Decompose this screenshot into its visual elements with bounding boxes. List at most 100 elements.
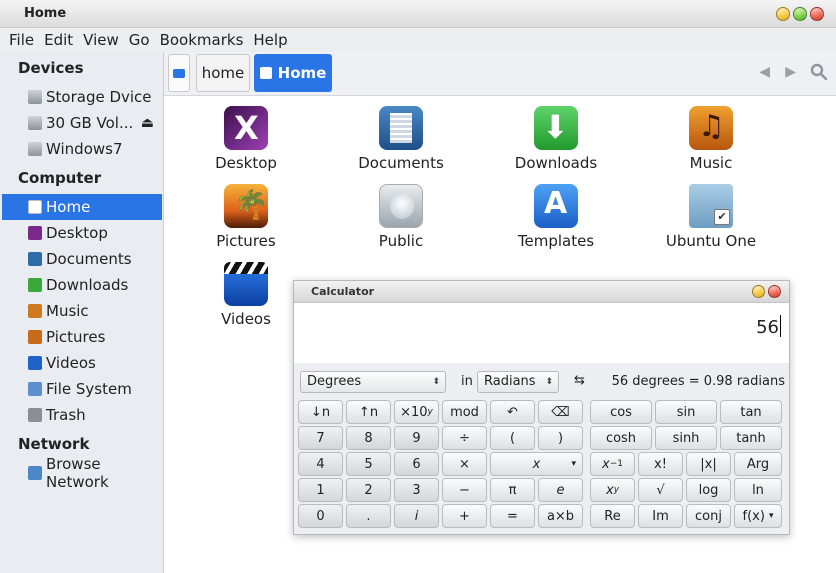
folder-templates[interactable]: A Templates [481,184,631,250]
public-icon [379,184,423,228]
key-conj[interactable]: conj [686,504,731,528]
key-close-paren[interactable]: ) [538,426,583,450]
menu-bookmarks[interactable]: Bookmarks [155,31,249,49]
close-button[interactable] [810,7,824,21]
menu-help[interactable]: Help [248,31,292,49]
folder-pictures[interactable]: 🌴 Pictures [171,184,321,250]
key-0[interactable]: 0 [298,504,343,528]
key-e[interactable]: e [538,478,583,502]
key-sinh[interactable]: sinh [655,426,717,450]
key-sqrt[interactable]: √ [638,478,683,502]
key-log[interactable]: log [686,478,731,502]
key-imaginary[interactable]: i [394,504,439,528]
to-unit-select[interactable]: Radians ⬍ [477,371,559,393]
key-9[interactable]: 9 [394,426,439,450]
key-open-paren[interactable]: ( [490,426,535,450]
close-button[interactable] [768,285,781,298]
key-variable-x[interactable]: x ▾ [490,452,583,476]
pictures-icon: 🌴 [224,184,269,228]
sidebar-item-30gb-volume[interactable]: 30 GB Vol... ⏏ [2,110,162,136]
breadcrumb-root[interactable] [168,54,190,92]
key-factorize[interactable]: a×b [538,504,583,528]
key-abs[interactable]: |x| [686,452,731,476]
videos-icon [224,262,268,306]
maximize-button[interactable] [793,7,807,21]
undo-icon[interactable]: ↶ [490,400,535,424]
key-subtract[interactable]: − [442,478,487,502]
sidebar-item-file-system[interactable]: File System [2,376,162,402]
sidebar-item-home[interactable]: Home [2,194,162,220]
key-function[interactable]: f(x) ▾ [734,504,782,528]
folder-ubuntu-one[interactable]: ✔ Ubuntu One [636,184,786,250]
sidebar-item-windows7[interactable]: Windows7 [2,136,162,162]
key-6[interactable]: 6 [394,452,439,476]
search-icon[interactable] [810,63,828,81]
swap-units-icon[interactable]: ⇆ [574,373,585,388]
key-tanh[interactable]: tanh [720,426,782,450]
sidebar-item-browse-network[interactable]: Browse Network [2,455,162,491]
folder-desktop[interactable]: X Desktop [171,106,321,172]
folder-public[interactable]: Public [326,184,476,250]
key-ln[interactable]: ln [734,478,782,502]
key-3[interactable]: 3 [394,478,439,502]
key-tan[interactable]: tan [720,400,782,424]
key-cos[interactable]: cos [590,400,652,424]
sidebar-item-desktop[interactable]: Desktop [2,220,162,246]
back-arrow-icon[interactable]: ◀ [759,64,770,80]
key-power[interactable]: xy [590,478,635,502]
key-2[interactable]: 2 [346,478,391,502]
folder-documents[interactable]: Documents [326,106,476,172]
key-sin[interactable]: sin [655,400,717,424]
key-5[interactable]: 5 [346,452,391,476]
key-decimal[interactable]: . [346,504,391,528]
key-real[interactable]: Re [590,504,635,528]
calculator-display[interactable]: 56 [294,303,789,363]
key-8[interactable]: 8 [346,426,391,450]
drive-icon [28,90,42,104]
sidebar-item-pictures[interactable]: Pictures [2,324,162,350]
key-pi[interactable]: π [490,478,535,502]
key-4[interactable]: 4 [298,452,343,476]
sidebar-item-storage-device[interactable]: Storage Dvice [2,84,162,110]
sidebar-item-videos[interactable]: Videos [2,350,162,376]
forward-arrow-icon[interactable]: ▶ [785,64,796,80]
key-1[interactable]: 1 [298,478,343,502]
menu-edit[interactable]: Edit [39,31,78,49]
key-arg[interactable]: Arg [734,452,782,476]
folder-downloads[interactable]: ⬇ Downloads [481,106,631,172]
sidebar-item-label: Documents [46,250,132,268]
sidebar-item-trash[interactable]: Trash [2,402,162,428]
minimize-button[interactable] [752,285,765,298]
key-7[interactable]: 7 [298,426,343,450]
sidebar-item-downloads[interactable]: Downloads [2,272,162,298]
key-cosh[interactable]: cosh [590,426,652,450]
key-factorial[interactable]: x! [638,452,683,476]
from-unit-select[interactable]: Degrees ⬍ [300,371,446,393]
key-mod[interactable]: mod [442,400,487,424]
key-shift-up[interactable]: ↑n [346,400,391,424]
breadcrumb-current[interactable]: Home [254,54,332,92]
menu-go[interactable]: Go [124,31,155,49]
key-multiply[interactable]: × [442,452,487,476]
sidebar-item-documents[interactable]: Documents [2,246,162,272]
minimize-button[interactable] [776,7,790,21]
drive-icon [28,116,42,130]
key-divide[interactable]: ÷ [442,426,487,450]
backspace-icon[interactable]: ⌫ [538,400,583,424]
eject-icon[interactable]: ⏏ [141,115,154,131]
downloads-icon: ⬇ [534,106,578,150]
key-times-ten-power[interactable]: ×10 y [394,400,439,424]
breadcrumb-home[interactable]: home [196,54,250,92]
key-equals[interactable]: = [490,504,535,528]
key-add[interactable]: + [442,504,487,528]
calculator-title: Calculator [311,285,375,298]
key-inverse[interactable]: x −1 [590,452,635,476]
file-label: Downloads [514,154,598,172]
menu-view[interactable]: View [78,31,124,49]
menu-file[interactable]: File [4,31,39,49]
key-shift-down[interactable]: ↓n [298,400,343,424]
in-label: in [461,374,473,389]
folder-music[interactable]: ♫ Music [636,106,786,172]
sidebar-item-music[interactable]: Music [2,298,162,324]
key-imag-part[interactable]: Im [638,504,683,528]
